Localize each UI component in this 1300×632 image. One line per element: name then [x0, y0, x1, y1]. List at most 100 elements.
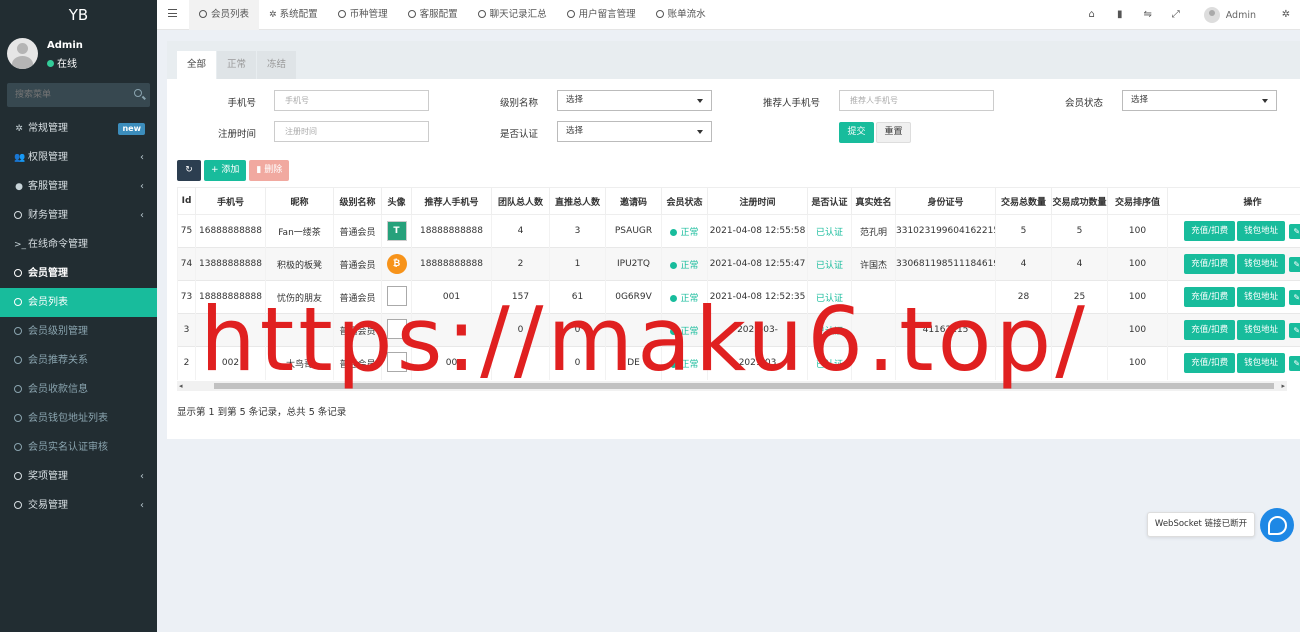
column-header[interactable]: 邀请码 — [605, 187, 662, 215]
scroll-left-icon[interactable]: ◂ — [179, 382, 183, 390]
recharge-button[interactable]: 充值/扣费 — [1184, 254, 1236, 274]
cell-sort: 100 — [1107, 247, 1168, 281]
comment-icon: ● — [15, 182, 23, 192]
sidebar-item-member-wallets[interactable]: 会员钱包地址列表 — [0, 404, 157, 433]
wallet-address-button[interactable]: 钱包地址 — [1237, 221, 1286, 241]
column-header[interactable]: 注册时间 — [707, 187, 808, 215]
column-header[interactable]: 真实姓名 — [851, 187, 896, 215]
tab-normal[interactable]: 正常 — [217, 51, 257, 79]
column-header[interactable]: 手机号 — [195, 187, 266, 215]
recharge-button[interactable]: 充值/扣费 — [1184, 320, 1236, 340]
sidebar-item-member-list[interactable]: 会员列表 — [0, 288, 157, 317]
tab-frozen[interactable]: 冻结 — [257, 51, 297, 79]
column-header[interactable]: 交易排序值 — [1107, 187, 1168, 215]
column-header[interactable]: 头像 — [381, 187, 412, 215]
top-avatar[interactable] — [1203, 7, 1220, 23]
trash-icon[interactable]: ▮ — [1106, 0, 1134, 30]
recharge-button[interactable]: 充值/扣费 — [1184, 353, 1236, 374]
sidebar-item-trading[interactable]: 交易管理 ‹ — [0, 491, 157, 520]
avatar — [7, 38, 38, 69]
phone-input[interactable]: 手机号 — [274, 90, 429, 111]
recharge-button[interactable]: 充值/扣费 — [1184, 221, 1236, 241]
home-icon[interactable]: ⌂ — [1078, 0, 1106, 30]
column-header[interactable]: 是否认证 — [807, 187, 852, 215]
regtime-input[interactable]: 注册时间 — [274, 121, 429, 142]
verified-select[interactable]: 选择 — [557, 121, 712, 142]
reset-button[interactable]: 重置 — [876, 122, 911, 143]
column-header[interactable]: 昵称 — [265, 187, 334, 215]
cell-id: 75 — [177, 214, 196, 248]
add-button[interactable]: + 添加 — [204, 160, 247, 181]
column-header[interactable]: 直推总人数 — [549, 187, 606, 215]
menu-toggle-icon[interactable] — [168, 9, 177, 17]
column-header[interactable]: 团队总人数 — [491, 187, 550, 215]
tab-member-list[interactable]: 会员列表 — [189, 0, 260, 30]
sidebar-item-member-referrals[interactable]: 会员推荐关系 — [0, 346, 157, 375]
column-header[interactable]: 会员状态 — [661, 187, 708, 215]
wallet-address-button[interactable]: 钱包地址 — [1237, 353, 1286, 374]
sidebar-item-general[interactable]: ✲ 常规管理 new — [0, 114, 157, 143]
wallet-address-button[interactable]: 钱包地址 — [1237, 287, 1286, 307]
cell-nick: Fan一缕茶 — [265, 214, 334, 248]
tab-system-config[interactable]: ✲ 系统配置 — [259, 0, 328, 30]
language-icon[interactable]: ⇋ — [1134, 0, 1162, 30]
tab-currency[interactable]: 币种管理 — [328, 0, 398, 30]
sidebar-item-awards[interactable]: 奖项管理 ‹ — [0, 462, 157, 491]
submit-button[interactable]: 提交 — [839, 122, 874, 143]
column-header[interactable]: Id — [177, 187, 196, 215]
sidebar-item-member-payment[interactable]: 会员收款信息 — [0, 375, 157, 404]
edit-icon[interactable]: ✎ — [1289, 289, 1300, 305]
tab-user-messages[interactable]: 用户留言管理 — [557, 0, 646, 30]
column-header[interactable]: 交易总数量 — [995, 187, 1052, 215]
sidebar-item-members[interactable]: 会员管理 — [0, 259, 157, 288]
status-select[interactable]: 选择 — [1122, 90, 1277, 111]
tab-bills[interactable]: 账单流水 — [646, 0, 716, 30]
cell-phone: 13888888888 — [195, 247, 266, 281]
tab-service-config[interactable]: 客服配置 — [398, 0, 468, 30]
sidebar-item-permissions[interactable]: 👥 权限管理 ‹ — [0, 143, 157, 172]
gear-icon: ✲ — [269, 10, 277, 20]
delete-button[interactable]: ▮ 删除 — [249, 160, 290, 181]
level-select[interactable]: 选择 — [557, 90, 712, 111]
tab-chat-log[interactable]: 聊天记录汇总 — [468, 0, 557, 30]
edit-icon[interactable]: ✎ — [1289, 256, 1300, 272]
logo[interactable]: YB — [0, 0, 157, 30]
chat-bubble-icon[interactable] — [1260, 508, 1294, 542]
avatar-image[interactable]: T — [386, 221, 407, 241]
search-icon[interactable] — [134, 89, 142, 97]
cell-code: IPU2TQ — [605, 247, 662, 281]
gears-icon: ✲ — [15, 124, 23, 134]
edit-icon[interactable]: ✎ — [1289, 355, 1300, 371]
tab-all[interactable]: 全部 — [177, 51, 217, 79]
refresh-button[interactable]: ↻ — [177, 160, 201, 181]
fullscreen-icon[interactable]: ⤢ — [1162, 0, 1190, 30]
column-header[interactable]: 推荐人手机号 — [411, 187, 492, 215]
table-row[interactable]: 75 16888888888 Fan一缕茶 普通会员 T 18888888888 4 3 PSA… — [177, 214, 1300, 248]
sidebar-item-finance[interactable]: 财务管理 ‹ — [0, 201, 157, 230]
sidebar-item-customer-service[interactable]: ● 客服管理 ‹ — [0, 172, 157, 201]
avatar-image[interactable]: ₿ — [386, 254, 407, 274]
sidebar-item-online-command[interactable]: >_ 在线命令管理 — [0, 230, 157, 259]
column-header[interactable]: 级别名称 — [333, 187, 382, 215]
menu-search-input[interactable] — [7, 83, 122, 107]
edit-icon[interactable]: ✎ — [1289, 322, 1300, 338]
settings-icon[interactable]: ✲ — [1272, 0, 1300, 30]
column-header[interactable]: 交易成功数量 — [1051, 187, 1108, 215]
column-header[interactable]: 操作 — [1167, 187, 1300, 215]
table-row[interactable]: 74 13888888888 积极的板凳 普通会员 ₿ 18888888888 2 1 IPU2… — [177, 247, 1300, 281]
avatar-cell: ₿ — [381, 247, 412, 281]
top-user-name[interactable]: Admin — [1226, 10, 1256, 21]
edit-icon[interactable]: ✎ — [1289, 223, 1300, 239]
wallet-address-button[interactable]: 钱包地址 — [1237, 320, 1286, 340]
column-header[interactable]: 身份证号 — [895, 187, 996, 215]
scroll-right-icon[interactable]: ▸ — [1281, 382, 1285, 390]
cell-phone: 16888888888 — [195, 214, 266, 248]
new-badge: new — [118, 123, 145, 135]
wallet-address-button[interactable]: 钱包地址 — [1237, 254, 1286, 274]
sidebar-item-member-levels[interactable]: 会员级别管理 — [0, 317, 157, 346]
recharge-button[interactable]: 充值/扣费 — [1184, 287, 1236, 307]
referrer-label: 推荐人手机号 — [762, 98, 820, 109]
sidebar-item-member-verification[interactable]: 会员实名认证审核 — [0, 433, 157, 462]
referrer-input[interactable]: 推荐人手机号 — [839, 90, 994, 111]
chevron-left-icon: ‹ — [140, 471, 144, 482]
